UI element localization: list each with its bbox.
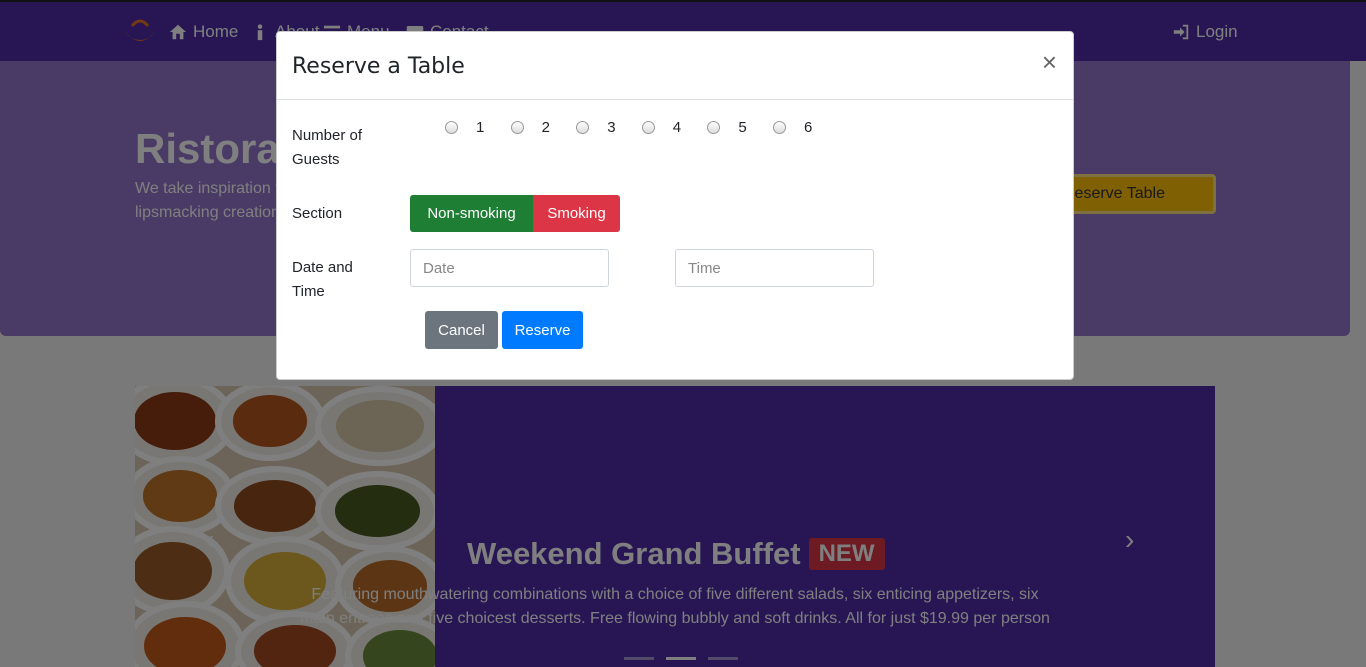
guest-option-5[interactable]: 5: [707, 119, 773, 136]
cancel-button[interactable]: Cancel: [425, 311, 498, 349]
time-input[interactable]: [675, 249, 874, 287]
guest-option-label: 3: [607, 119, 616, 136]
guest-option-label: 4: [672, 119, 682, 136]
guest-option-label: 5: [738, 119, 747, 136]
guest-option-label: 1: [476, 119, 485, 136]
guests-label: Number of Guests: [292, 127, 363, 168]
guest-option-2[interactable]: 2: [510, 119, 577, 136]
guest-option-label: 2: [541, 119, 550, 136]
smoking-button[interactable]: Smoking: [533, 195, 620, 232]
radio-button[interactable]: [641, 121, 655, 134]
section-label: Section: [292, 205, 343, 222]
radio-button[interactable]: [445, 121, 458, 134]
radio-button[interactable]: [707, 121, 721, 134]
guests-radio-group: 1 2 3 4 5 6: [445, 119, 839, 136]
guest-option-6[interactable]: 6: [772, 119, 839, 136]
radio-button[interactable]: [576, 121, 590, 134]
guest-option-1[interactable]: 1: [445, 119, 511, 136]
datetime-label: Date and Time: [292, 259, 353, 300]
guest-option-3[interactable]: 3: [576, 119, 642, 136]
reserve-table-modal: Reserve a Table × Number of Guests 1 2 3…: [276, 31, 1074, 380]
guest-option-label: 6: [803, 119, 813, 136]
section-button-group: Non-smoking Smoking: [410, 195, 620, 232]
date-input[interactable]: [410, 249, 609, 287]
reserve-button[interactable]: Reserve: [502, 311, 583, 349]
non-smoking-button[interactable]: Non-smoking: [410, 195, 533, 232]
radio-button[interactable]: [510, 121, 524, 134]
radio-button[interactable]: [772, 121, 786, 134]
guest-option-4[interactable]: 4: [641, 119, 708, 136]
modal-title: Reserve a Table: [292, 54, 465, 79]
close-icon[interactable]: ×: [1042, 49, 1057, 75]
modal-header: Reserve a Table ×: [277, 32, 1073, 100]
